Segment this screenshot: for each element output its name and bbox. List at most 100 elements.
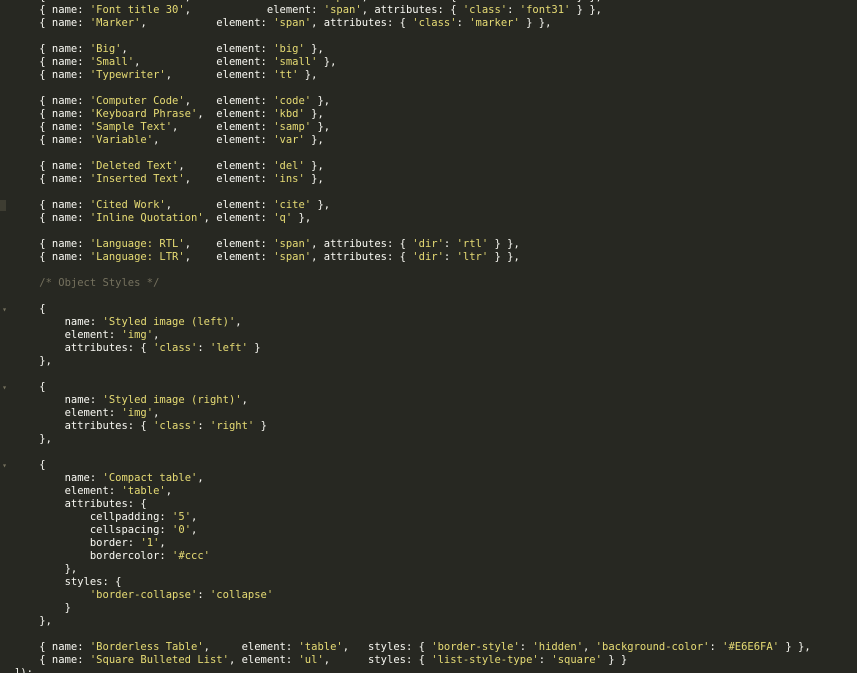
code-token: , <box>165 485 173 497</box>
code-token: { name: <box>14 212 90 224</box>
fold-arrow-icon[interactable]: ▾ <box>0 381 9 394</box>
code-line[interactable]: cellspacing: '0', <box>14 524 857 537</box>
code-line[interactable] <box>14 264 857 277</box>
code-line[interactable]: { name: 'Font title 30', element: 'span'… <box>14 4 857 17</box>
code-token: : <box>709 641 723 653</box>
code-token: 'collapse' <box>209 589 274 601</box>
code-line[interactable]: ▾ { <box>2 459 857 472</box>
code-line[interactable]: { name: 'Big', element: 'big' }, <box>14 43 857 56</box>
code-line[interactable]: element: 'table', <box>14 485 857 498</box>
code-token: 'class' <box>462 4 508 16</box>
code-line[interactable] <box>14 290 857 303</box>
code-line[interactable]: }, <box>14 615 857 628</box>
code-line[interactable] <box>14 186 857 199</box>
code-token: , element: <box>185 0 324 3</box>
code-token: 'class' <box>463 0 507 3</box>
code-token: : <box>519 641 533 653</box>
code-token: }, <box>14 433 52 445</box>
code-line[interactable]: { name: 'Computer Code', element: 'code'… <box>14 95 857 108</box>
code-line[interactable] <box>14 446 857 459</box>
code-line[interactable]: element: 'img', <box>14 407 857 420</box>
code-editor[interactable]: { name: 'Font title 20', element: 'span'… <box>0 0 857 673</box>
code-token: '0' <box>172 524 192 536</box>
code-token: { name: <box>14 641 90 653</box>
code-token: , <box>159 537 166 549</box>
code-token: , element: <box>172 121 274 133</box>
code-line[interactable]: name: 'Styled image (left)', <box>14 316 857 329</box>
code-token: cellspacing: <box>14 524 173 536</box>
code-line[interactable]: styles: { <box>14 576 857 589</box>
code-line[interactable]: element: 'img', <box>14 329 857 342</box>
code-token: name: <box>14 316 103 328</box>
code-line[interactable]: { name: 'Language: LTR', element: 'span'… <box>14 251 857 264</box>
code-line[interactable]: { name: 'Keyboard Phrase', element: 'kbd… <box>14 108 857 121</box>
code-token: styles: { <box>14 576 122 588</box>
code-line[interactable]: ▾ { <box>2 381 857 394</box>
code-line[interactable] <box>14 225 857 238</box>
code-line[interactable] <box>14 30 857 43</box>
code-token: name: <box>14 394 103 406</box>
code-line[interactable]: { name: 'Marker', element: 'span', attri… <box>14 17 857 30</box>
code-token: 'rtl' <box>456 238 489 250</box>
code-line[interactable]: { name: 'Language: RTL', element: 'span'… <box>14 238 857 251</box>
code-line[interactable] <box>14 147 857 160</box>
code-line[interactable] <box>14 628 857 641</box>
code-line[interactable]: name: 'Compact table', <box>14 472 857 485</box>
code-line[interactable]: ▾ { <box>2 303 857 316</box>
fold-arrow-icon[interactable]: ▾ <box>0 459 9 472</box>
code-line[interactable]: { name: 'Typewriter', element: 'tt' }, <box>14 69 857 82</box>
code-line[interactable]: { name: 'Inline Quotation', element: 'q'… <box>14 212 857 225</box>
code-line[interactable]: { name: 'Small', element: 'small' }, <box>14 56 857 69</box>
code-token: 'big' <box>273 43 305 55</box>
code-line[interactable]: border: '1', <box>14 537 857 550</box>
code-line[interactable]: { name: 'Borderless Table', element: 'ta… <box>14 641 857 654</box>
code-token: 'span' <box>323 4 362 16</box>
code-token: } }, <box>488 251 520 263</box>
code-line[interactable]: } <box>14 602 857 615</box>
code-line[interactable] <box>14 82 857 95</box>
code-token: 'class' <box>153 342 198 354</box>
code-line[interactable]: { name: 'Inserted Text', element: 'ins' … <box>14 173 857 186</box>
code-token: 'cite' <box>273 199 312 211</box>
code-line[interactable]: attributes: { <box>14 498 857 511</box>
code-line[interactable] <box>14 368 857 381</box>
code-token: 'Font title 20' <box>90 0 185 3</box>
code-line[interactable]: }, <box>14 563 857 576</box>
code-line[interactable]: bordercolor: '#ccc' <box>14 550 857 563</box>
fold-arrow-icon[interactable]: ▾ <box>0 303 9 316</box>
code-token: , element: <box>184 95 274 107</box>
code-line[interactable]: { name: 'Variable', element: 'var' }, <box>14 134 857 147</box>
code-token: { name: <box>14 108 90 120</box>
code-area[interactable]: { name: 'Font title 20', element: 'span'… <box>0 0 857 673</box>
code-line[interactable]: { name: 'Square Bulleted List', element:… <box>14 654 857 667</box>
code-token: 'Square Bulleted List' <box>89 654 229 666</box>
code-token: 'kbd' <box>273 108 305 120</box>
code-token: 'hidden' <box>532 641 584 653</box>
code-line[interactable]: cellpadding: '5', <box>14 511 857 524</box>
code-line[interactable]: /* Object Styles */ <box>14 277 857 290</box>
code-token: { <box>14 303 46 315</box>
code-line[interactable]: { name: 'Cited Work', element: 'cite' }, <box>0 199 857 212</box>
code-token: 'Inline Quotation' <box>89 212 204 224</box>
code-line[interactable]: 'border-collapse': 'collapse' <box>14 589 857 602</box>
code-line[interactable]: ]); <box>14 667 857 673</box>
code-token: , <box>153 407 160 419</box>
code-line[interactable]: { name: 'Sample Text', element: 'samp' }… <box>14 121 857 134</box>
code-token: 'Marker' <box>89 17 141 29</box>
code-token: } }, <box>570 0 602 3</box>
code-token: }, <box>311 95 331 107</box>
code-line[interactable]: name: 'Styled image (right)', <box>14 394 857 407</box>
code-token: name: <box>14 472 103 484</box>
code-token: , element: <box>134 56 274 68</box>
code-line[interactable]: attributes: { 'class': 'left' } <box>14 342 857 355</box>
code-line[interactable]: }, <box>14 355 857 368</box>
code-line[interactable]: }, <box>14 433 857 446</box>
code-token: element: <box>14 485 122 497</box>
code-line[interactable]: attributes: { 'class': 'right' } <box>14 420 857 433</box>
code-line[interactable]: { name: 'Deleted Text', element: 'del' }… <box>14 160 857 173</box>
code-token: }, <box>311 199 331 211</box>
code-token: 'left' <box>210 342 248 354</box>
code-token: 'samp' <box>273 121 312 133</box>
code-token: , element: <box>228 654 299 666</box>
code-token: 'Keyboard Phrase' <box>89 108 198 120</box>
